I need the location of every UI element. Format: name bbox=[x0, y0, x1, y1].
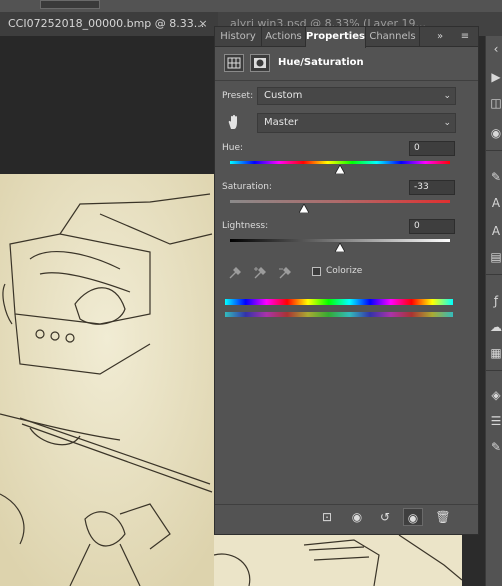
fx-icon[interactable]: ƒ bbox=[489, 294, 502, 308]
preset-label: Preset: bbox=[222, 91, 254, 101]
output-spectrum-bar bbox=[225, 312, 453, 317]
eyedropper-minus-icon[interactable] bbox=[277, 265, 293, 281]
color-wheel-icon[interactable]: ◉ bbox=[489, 126, 502, 140]
hand-pointer-icon[interactable] bbox=[225, 113, 241, 131]
gear-icon[interactable] bbox=[108, 0, 126, 9]
adjustment-layer-icon[interactable] bbox=[224, 54, 244, 72]
brush-icon[interactable]: ✎ bbox=[489, 170, 502, 184]
view-previous-state-icon[interactable]: ◉ bbox=[347, 508, 367, 526]
3d-cube-icon[interactable]: ◫ bbox=[489, 96, 502, 110]
type-icon[interactable]: A bbox=[489, 224, 502, 238]
properties-panel: History Actions Properties Channels » ≡ bbox=[214, 26, 479, 535]
hamburger-menu-icon[interactable]: ≡ bbox=[457, 27, 473, 47]
artwork-image[interactable] bbox=[0, 174, 214, 586]
play-icon[interactable]: ▶ bbox=[489, 70, 502, 84]
preset-select[interactable]: Custom ⌄ bbox=[257, 87, 456, 105]
chevron-down-icon: ⌄ bbox=[443, 91, 451, 101]
hue-slider-thumb[interactable] bbox=[335, 165, 345, 174]
reset-icon[interactable]: ↺ bbox=[375, 508, 395, 526]
lightness-slider-thumb[interactable] bbox=[335, 243, 345, 252]
close-icon[interactable]: × bbox=[196, 12, 210, 36]
panel-overflow-button[interactable]: » bbox=[432, 27, 448, 47]
saturation-label: Saturation: bbox=[222, 182, 272, 192]
lightness-value-field[interactable]: 0 bbox=[409, 219, 455, 234]
hue-value-field[interactable]: 0 bbox=[409, 141, 455, 156]
hue-label: Hue: bbox=[222, 143, 244, 153]
tab-history[interactable]: History bbox=[215, 27, 262, 47]
photoshop-window: CCI07252018_00000.bmp @ 8.33... × alyri … bbox=[0, 0, 502, 586]
grid-icon[interactable]: ▦ bbox=[489, 346, 502, 360]
cloud-icon[interactable]: ☁ bbox=[489, 320, 502, 334]
sketch-drawing-lower bbox=[214, 535, 462, 586]
collapse-arrows-icon[interactable]: ‹ bbox=[489, 42, 502, 56]
target-icon[interactable] bbox=[140, 0, 158, 9]
layers-icon[interactable]: ◈ bbox=[489, 388, 502, 402]
panel-tab-bar: History Actions Properties Channels » ≡ bbox=[215, 27, 478, 48]
tab-actions[interactable]: Actions bbox=[262, 27, 306, 47]
adjustments-icon[interactable]: ☰ bbox=[489, 414, 502, 428]
colorize-label: Colorize bbox=[326, 266, 363, 276]
channel-select[interactable]: Master ⌄ bbox=[257, 113, 456, 133]
swatches-icon[interactable]: ▤ bbox=[489, 250, 502, 264]
clip-to-layer-icon[interactable]: ⊡ bbox=[317, 508, 337, 526]
preset-value: Custom bbox=[264, 90, 303, 101]
eye-icon[interactable]: ◉ bbox=[403, 508, 423, 526]
lightness-slider-track[interactable] bbox=[230, 239, 450, 242]
document-tab-label: CCI07252018_00000.bmp @ 8.33... bbox=[8, 17, 205, 30]
chevron-down-icon: ⌄ bbox=[443, 118, 451, 128]
sketch-drawing bbox=[0, 174, 214, 586]
tab-channels[interactable]: Channels bbox=[366, 27, 420, 47]
character-icon[interactable]: A bbox=[489, 196, 502, 210]
right-toolbar: ‹ ▶ ◫ ◉ ✎ A A ▤ ƒ ☁ ▦ ◈ ☰ ✎ bbox=[485, 36, 502, 586]
options-bar bbox=[0, 0, 502, 12]
option-field[interactable] bbox=[40, 0, 100, 9]
saturation-value-field[interactable]: -33 bbox=[409, 180, 455, 195]
paths-icon[interactable]: ✎ bbox=[489, 440, 502, 454]
layer-mask-icon[interactable] bbox=[250, 54, 270, 72]
hue-slider-track[interactable] bbox=[230, 161, 450, 164]
channel-value: Master bbox=[264, 117, 299, 128]
panel-title: Hue/Saturation bbox=[278, 57, 364, 68]
eyedropper-plus-icon[interactable] bbox=[252, 265, 268, 281]
artwork-image-lower[interactable] bbox=[214, 535, 462, 586]
colorize-checkbox[interactable] bbox=[312, 267, 321, 276]
document-tab-active[interactable]: CCI07252018_00000.bmp @ 8.33... bbox=[0, 12, 218, 36]
input-spectrum-bar bbox=[225, 299, 453, 305]
lightness-label: Lightness: bbox=[222, 221, 269, 231]
tab-properties[interactable]: Properties bbox=[306, 27, 366, 48]
divider bbox=[215, 80, 478, 81]
eyedropper-icon[interactable] bbox=[227, 265, 243, 281]
panel-footer: ⊡ ◉ ↺ ◉ 🗑 bbox=[215, 504, 478, 530]
panel-header: Hue/Saturation bbox=[219, 52, 474, 76]
trash-icon[interactable]: 🗑 bbox=[433, 508, 453, 526]
saturation-slider-track[interactable] bbox=[230, 200, 450, 203]
saturation-slider-thumb[interactable] bbox=[298, 204, 309, 213]
